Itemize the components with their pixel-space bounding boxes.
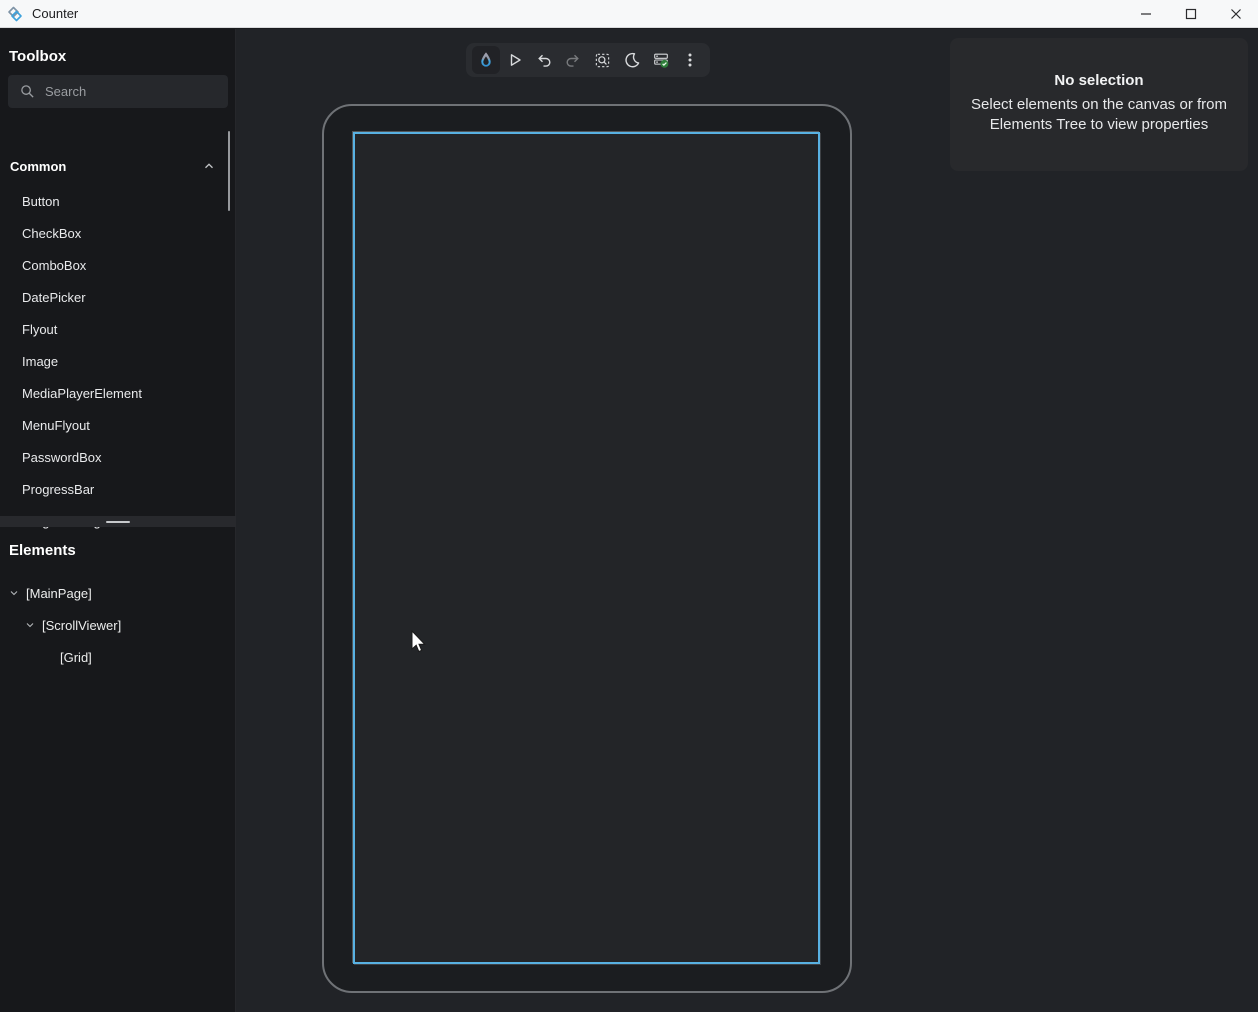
undo-button[interactable]	[530, 46, 558, 74]
tree-node-grid[interactable]: [Grid]	[0, 641, 228, 673]
minimize-button[interactable]	[1123, 0, 1168, 27]
toolbox-item-list: Button CheckBox ComboBox DatePicker Flyo…	[0, 185, 228, 537]
kebab-menu-icon	[683, 52, 697, 68]
chevron-down-icon[interactable]	[6, 587, 22, 599]
zoom-to-fit-icon	[594, 52, 611, 69]
search-icon	[20, 84, 35, 99]
minimize-icon	[1140, 8, 1152, 20]
moon-icon	[624, 52, 640, 68]
tree-node-mainpage[interactable]: [MainPage]	[0, 577, 228, 609]
hot-design-flame-icon	[477, 51, 495, 69]
zoom-to-fit-button[interactable]	[589, 46, 617, 74]
elements-tree: [MainPage] [ScrollViewer] [Grid]	[0, 577, 228, 673]
no-selection-message: Select elements on the canvas or from El…	[963, 95, 1235, 135]
toolbox-item-flyout[interactable]: Flyout	[0, 313, 228, 345]
maximize-button[interactable]	[1168, 0, 1213, 27]
toolbox-panel: Toolbox Common Button CheckB	[0, 29, 235, 516]
hot-design-window: Counter Toolbox	[0, 0, 1258, 1012]
properties-panel: No selection Select elements on the canv…	[950, 38, 1248, 171]
maximize-icon	[1185, 8, 1197, 20]
play-icon	[507, 52, 523, 68]
panel-splitter[interactable]	[0, 516, 236, 527]
chevron-up-icon	[202, 159, 216, 173]
elements-title: Elements	[9, 542, 76, 559]
redo-icon	[565, 52, 581, 68]
toolbox-item-datepicker[interactable]: DatePicker	[0, 281, 228, 313]
design-canvas-area: No selection Select elements on the canv…	[236, 29, 1258, 1012]
toolbox-item-progressbar[interactable]: ProgressBar	[0, 473, 228, 505]
redo-button[interactable]	[559, 46, 587, 74]
more-options-button[interactable]	[676, 46, 704, 74]
chevron-down-icon[interactable]	[22, 619, 38, 631]
tree-node-label: [Grid]	[60, 650, 92, 665]
search-input[interactable]	[45, 84, 205, 99]
window-title: Counter	[32, 6, 78, 21]
validation-status-button[interactable]	[647, 46, 675, 74]
toolbox-item-combobox[interactable]: ComboBox	[0, 249, 228, 281]
toolbox-item-checkbox[interactable]: CheckBox	[0, 217, 228, 249]
tree-node-label: [ScrollViewer]	[42, 618, 121, 633]
splitter-grip-icon	[106, 521, 130, 523]
left-sidebar: Toolbox Common Button CheckB	[0, 29, 236, 1012]
hot-design-flame-button[interactable]	[472, 46, 500, 74]
design-toolbar	[466, 43, 710, 77]
toolbox-item-button[interactable]: Button	[0, 185, 228, 217]
toolbox-title: Toolbox	[9, 48, 66, 65]
toolbox-item-image[interactable]: Image	[0, 345, 228, 377]
toolbox-section-common[interactable]: Common	[0, 151, 228, 181]
tree-node-scrollviewer[interactable]: [ScrollViewer]	[0, 609, 228, 641]
undo-icon	[536, 52, 552, 68]
device-frame	[322, 104, 852, 993]
close-icon	[1230, 8, 1242, 20]
canvas-grid-element[interactable]	[353, 132, 820, 964]
theme-toggle-button[interactable]	[618, 46, 646, 74]
close-button[interactable]	[1213, 0, 1258, 27]
play-button[interactable]	[501, 46, 529, 74]
no-selection-title: No selection	[950, 72, 1248, 89]
tree-node-label: [MainPage]	[26, 586, 92, 601]
app-logo-icon	[7, 6, 23, 22]
titlebar: Counter	[0, 0, 1258, 28]
validation-checklist-icon	[652, 51, 670, 69]
section-label: Common	[10, 159, 66, 174]
toolbox-item-passwordbox[interactable]: PasswordBox	[0, 441, 228, 473]
toolbox-search[interactable]	[8, 75, 228, 108]
elements-panel: Elements [MainPage] [ScrollViewer]	[0, 527, 235, 1012]
toolbox-scrollbar[interactable]	[228, 131, 230, 211]
toolbox-item-mediaplayerelement[interactable]: MediaPlayerElement	[0, 377, 228, 409]
toolbox-item-menuflyout[interactable]: MenuFlyout	[0, 409, 228, 441]
